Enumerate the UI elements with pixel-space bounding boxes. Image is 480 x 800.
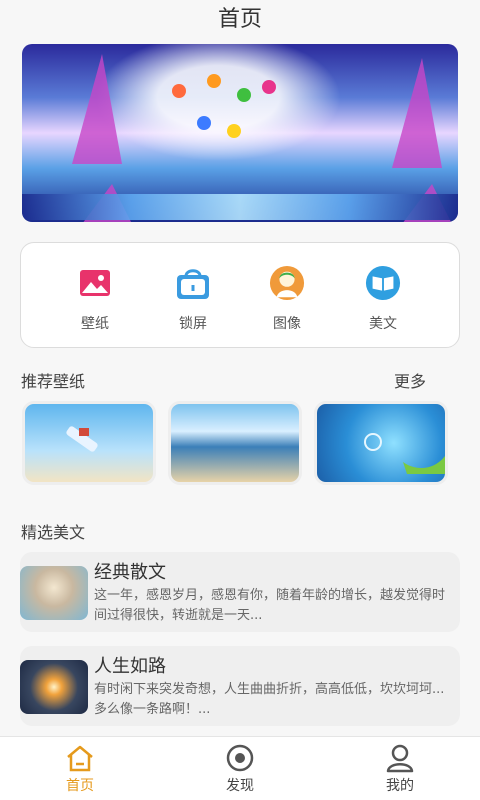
avatar-icon bbox=[269, 265, 305, 301]
article-card[interactable]: 人生如路 有时闲下来突发奇想，人生曲曲折折，高高低低，坎坎坷坷...多么像一条路… bbox=[20, 646, 460, 726]
category-label: 图像 bbox=[273, 316, 301, 332]
bottom-tab-bar: 首页 发现 我的 bbox=[0, 736, 480, 800]
section-title-featured: 精选美文 bbox=[21, 523, 86, 542]
article-summary: 有时闲下来突发奇想，人生曲曲折折，高高低低，坎坎坷坷...多么像一条路啊！... bbox=[94, 682, 445, 717]
dancer-figure bbox=[262, 80, 276, 94]
tab-discover[interactable]: 发现 bbox=[195, 743, 285, 795]
article-title: 人生如路 bbox=[94, 656, 166, 677]
article-title: 经典散文 bbox=[94, 562, 166, 583]
category-avatar[interactable]: 图像 bbox=[257, 265, 317, 333]
tab-label: 首页 bbox=[66, 778, 94, 794]
article-card[interactable]: 经典散文 这一年，感恩岁月，感恩有你，随着年龄的增长，越发觉得时间过得很快，转逝… bbox=[20, 552, 460, 632]
category-card: 壁纸 锁屏 图像 美文 bbox=[20, 242, 460, 348]
home-icon bbox=[64, 743, 96, 773]
category-label: 美文 bbox=[369, 316, 397, 332]
home-page: 首页 壁纸 锁屏 图像 美文 推荐壁纸 更多 精选美文 经典散文 这一年，感恩岁… bbox=[0, 0, 480, 800]
article-summary: 这一年，感恩岁月，感恩有你，随着年龄的增长，越发觉得时间过得很快，转逝就是一天.… bbox=[94, 588, 446, 623]
wallpaper-thumbnail[interactable] bbox=[22, 401, 156, 485]
dancer-figure bbox=[197, 116, 211, 130]
category-label: 壁纸 bbox=[81, 316, 109, 332]
more-link[interactable]: 更多 bbox=[394, 368, 426, 392]
banner-wave-band bbox=[22, 194, 458, 220]
page-title: 首页 bbox=[217, 7, 262, 32]
dancer-figure bbox=[172, 84, 186, 98]
sail-shape bbox=[72, 54, 122, 164]
category-essays[interactable]: 美文 bbox=[353, 265, 413, 333]
tab-label: 我的 bbox=[386, 778, 414, 794]
section-title-recommend: 推荐壁纸 bbox=[21, 372, 86, 391]
dancer-figure bbox=[237, 88, 251, 102]
category-wallpaper[interactable]: 壁纸 bbox=[65, 265, 125, 333]
dancer-figure bbox=[227, 124, 241, 138]
category-lockscreen[interactable]: 锁屏 bbox=[163, 265, 223, 333]
lock-bag-icon bbox=[175, 265, 211, 301]
picture-icon bbox=[77, 265, 113, 301]
discover-icon bbox=[224, 743, 256, 773]
category-label: 锁屏 bbox=[179, 316, 207, 332]
wallpaper-thumbnail[interactable] bbox=[168, 401, 302, 485]
sail-shape bbox=[392, 58, 442, 168]
tab-home[interactable]: 首页 bbox=[35, 743, 125, 795]
dancer-figure bbox=[207, 74, 221, 88]
profile-icon bbox=[384, 743, 416, 773]
tab-profile[interactable]: 我的 bbox=[355, 743, 445, 795]
banner-image[interactable] bbox=[22, 44, 458, 222]
article-thumbnail bbox=[20, 660, 88, 714]
book-icon bbox=[365, 265, 401, 301]
wallpaper-thumbnail[interactable] bbox=[314, 401, 448, 485]
tab-label: 发现 bbox=[226, 778, 254, 794]
article-thumbnail bbox=[20, 566, 88, 620]
